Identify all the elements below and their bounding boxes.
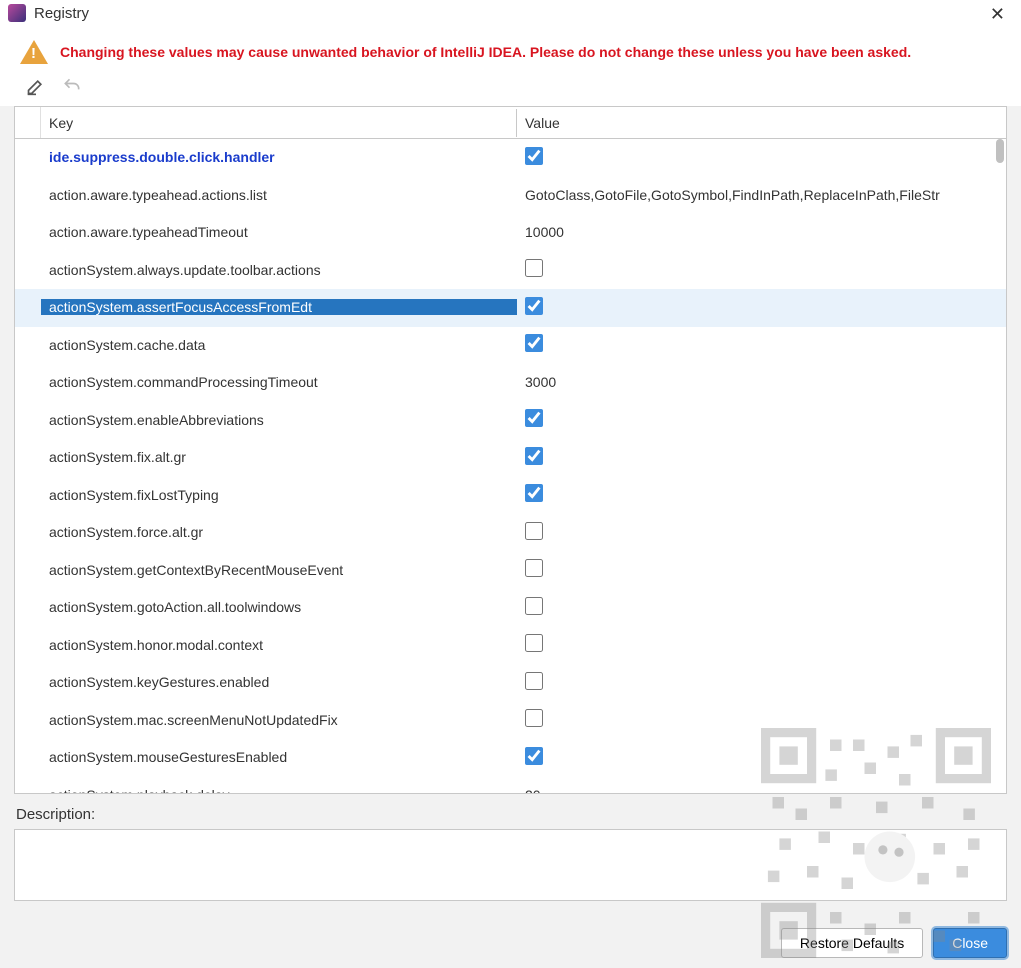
table-row[interactable]: actionSystem.commandProcessingTimeout300… [15,364,1006,402]
header-gutter [15,107,41,138]
table-row[interactable]: actionSystem.playback.delay20 [15,777,1006,795]
value-checkbox[interactable] [525,147,543,165]
warning-banner: Changing these values may cause unwanted… [0,26,1021,70]
table-row[interactable]: actionSystem.honor.modal.context [15,627,1006,665]
table-row[interactable]: actionSystem.fixLostTyping [15,477,1006,515]
value-checkbox[interactable] [525,484,543,502]
registry-key[interactable]: actionSystem.cache.data [41,337,517,353]
registry-value[interactable] [517,334,1006,355]
registry-value[interactable] [517,147,1006,168]
dialog-footer: Restore Defaults Close [781,928,1007,958]
registry-value[interactable] [517,484,1006,505]
warning-icon [20,40,48,64]
table-row[interactable]: actionSystem.getContextByRecentMouseEven… [15,552,1006,590]
registry-value[interactable]: GotoClass,GotoFile,GotoSymbol,FindInPath… [517,187,1006,203]
registry-key[interactable]: actionSystem.playback.delay [41,787,517,794]
registry-key[interactable]: actionSystem.fix.alt.gr [41,449,517,465]
table-row[interactable]: actionSystem.mac.screenMenuNotUpdatedFix [15,702,1006,740]
registry-value[interactable] [517,747,1006,768]
description-label: Description: [14,802,1007,829]
value-checkbox[interactable] [525,709,543,727]
close-button[interactable]: Close [933,928,1007,958]
table-row[interactable]: action.aware.typeahead.actions.listGotoC… [15,177,1006,215]
table-body[interactable]: ide.suppress.double.click.handler action.… [15,139,1006,794]
registry-key[interactable]: actionSystem.always.update.toolbar.actio… [41,262,517,278]
registry-key[interactable]: actionSystem.commandProcessingTimeout [41,374,517,390]
value-checkbox[interactable] [525,259,543,277]
registry-value[interactable]: 20 [517,787,1006,794]
table-row[interactable]: actionSystem.force.alt.gr [15,514,1006,552]
column-header-value[interactable]: Value [517,109,1006,137]
registry-value[interactable] [517,672,1006,693]
registry-key[interactable]: actionSystem.assertFocusAccessFromEdt [41,299,517,315]
registry-table: Key Value ide.suppress.double.click.hand… [14,106,1007,794]
registry-value[interactable] [517,634,1006,655]
window-title: Registry [34,5,89,22]
scrollbar-thumb[interactable] [996,139,1004,163]
table-row[interactable]: actionSystem.keyGestures.enabled [15,664,1006,702]
table-row[interactable]: actionSystem.gotoAction.all.toolwindows [15,589,1006,627]
table-row[interactable]: actionSystem.cache.data [15,327,1006,365]
registry-key[interactable]: actionSystem.force.alt.gr [41,524,517,540]
registry-value[interactable] [517,559,1006,580]
registry-key[interactable]: actionSystem.fixLostTyping [41,487,517,503]
table-row[interactable]: actionSystem.mouseGesturesEnabled [15,739,1006,777]
value-checkbox[interactable] [525,672,543,690]
table-row[interactable]: actionSystem.enableAbbreviations [15,402,1006,440]
registry-value[interactable] [517,409,1006,430]
value-checkbox[interactable] [525,597,543,615]
value-checkbox[interactable] [525,409,543,427]
registry-key[interactable]: action.aware.typeahead.actions.list [41,187,517,203]
registry-key[interactable]: ide.suppress.double.click.handler [41,149,517,165]
table-row[interactable]: action.aware.typeaheadTimeout10000 [15,214,1006,252]
titlebar: Registry ✕ [0,0,1021,26]
app-icon [8,4,26,22]
registry-key[interactable]: actionSystem.gotoAction.all.toolwindows [41,599,517,615]
scrollbar[interactable] [992,139,1006,794]
table-row[interactable]: ide.suppress.double.click.handler [15,139,1006,177]
registry-value[interactable] [517,297,1006,318]
registry-value[interactable]: 10000 [517,224,1006,240]
column-header-key[interactable]: Key [41,109,517,137]
restore-defaults-button[interactable]: Restore Defaults [781,928,923,958]
value-checkbox[interactable] [525,559,543,577]
description-section: Description: [14,802,1007,901]
table-row[interactable]: actionSystem.assertFocusAccessFromEdt [15,289,1006,327]
registry-key[interactable]: actionSystem.getContextByRecentMouseEven… [41,562,517,578]
registry-value[interactable] [517,259,1006,280]
table-row[interactable]: actionSystem.fix.alt.gr [15,439,1006,477]
registry-key[interactable]: action.aware.typeaheadTimeout [41,224,517,240]
value-checkbox[interactable] [525,522,543,540]
registry-value[interactable] [517,522,1006,543]
registry-value[interactable] [517,447,1006,468]
edit-icon[interactable] [26,76,48,98]
table-header: Key Value [15,107,1006,139]
registry-key[interactable]: actionSystem.keyGestures.enabled [41,674,517,690]
table-row[interactable]: actionSystem.always.update.toolbar.actio… [15,252,1006,290]
registry-key[interactable]: actionSystem.mouseGesturesEnabled [41,749,517,765]
value-checkbox[interactable] [525,447,543,465]
description-box[interactable] [14,829,1007,901]
registry-value[interactable] [517,709,1006,730]
undo-icon [62,76,84,98]
toolbar [0,70,1021,106]
close-icon[interactable]: ✕ [984,2,1011,27]
registry-value[interactable]: 3000 [517,374,1006,390]
value-checkbox[interactable] [525,297,543,315]
value-checkbox[interactable] [525,334,543,352]
warning-text: Changing these values may cause unwanted… [60,44,911,60]
value-checkbox[interactable] [525,634,543,652]
registry-key[interactable]: actionSystem.mac.screenMenuNotUpdatedFix [41,712,517,728]
registry-key[interactable]: actionSystem.honor.modal.context [41,637,517,653]
registry-value[interactable] [517,597,1006,618]
registry-key[interactable]: actionSystem.enableAbbreviations [41,412,517,428]
value-checkbox[interactable] [525,747,543,765]
